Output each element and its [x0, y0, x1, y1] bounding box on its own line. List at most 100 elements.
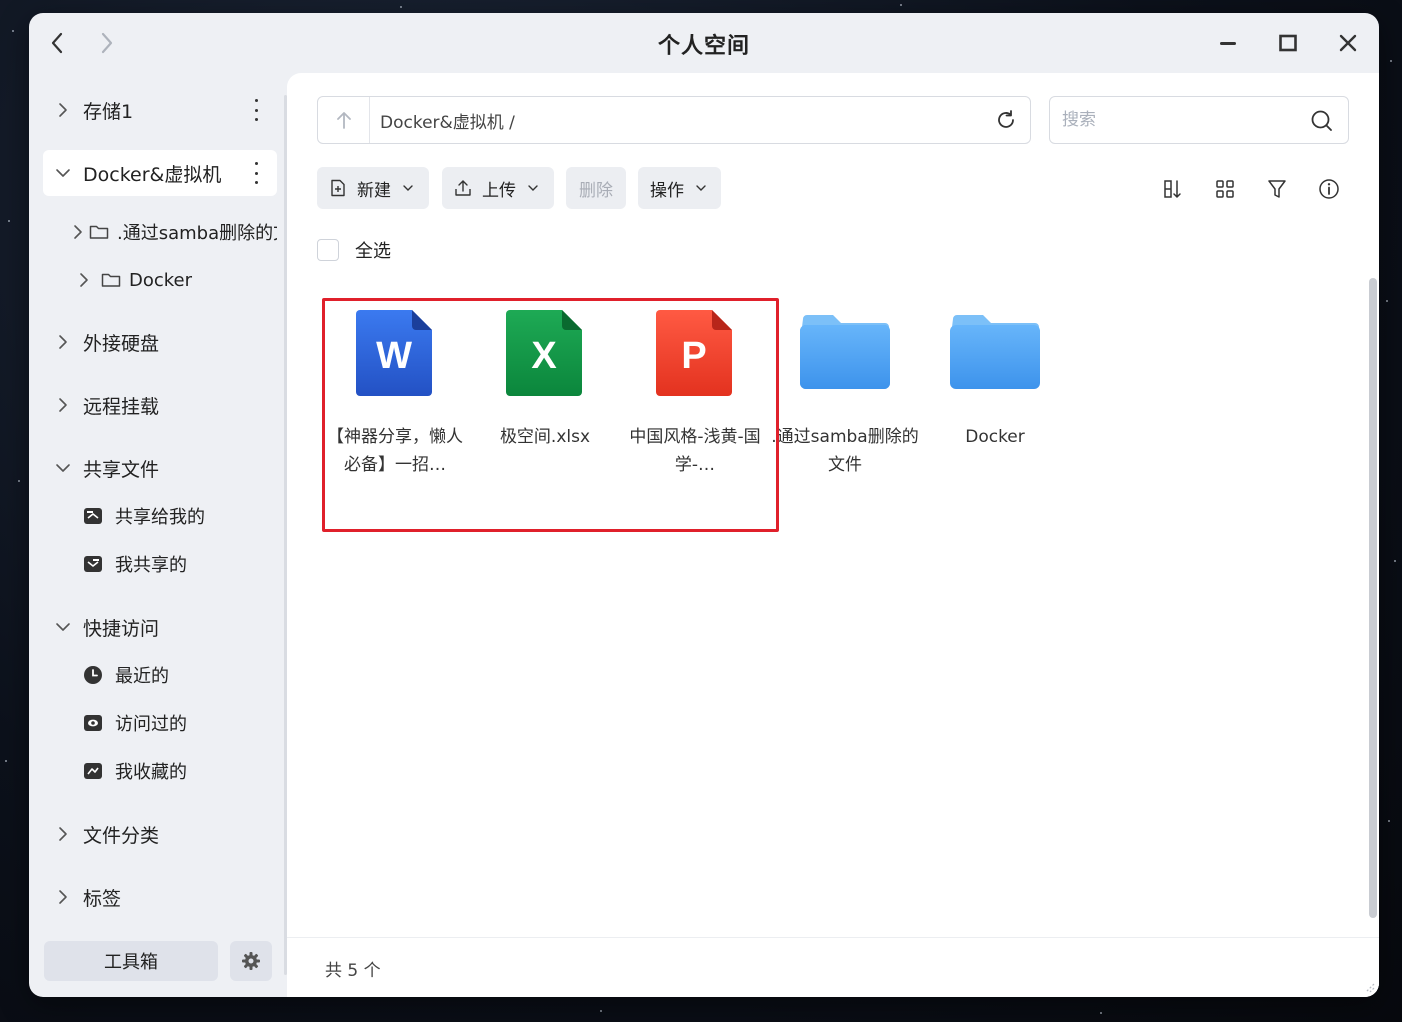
file-item-excel[interactable]: X 极空间.xlsx: [470, 303, 620, 479]
file-item-folder-docker[interactable]: Docker: [920, 303, 1070, 479]
chevron-right-icon: [59, 827, 67, 841]
sidebar-item-label: 存储1: [83, 100, 134, 123]
folder-outline-icon: [101, 273, 121, 287]
file-item-folder-samba[interactable]: .通过samba删除的文件: [770, 303, 920, 479]
sidebar-item-external-drive[interactable]: 外接硬盘: [43, 319, 277, 365]
new-button[interactable]: 新建: [317, 167, 429, 209]
upload-icon: [455, 180, 471, 196]
sidebar-item-favorites[interactable]: 我收藏的: [83, 748, 277, 794]
search-input[interactable]: [1062, 107, 1302, 133]
folder-icon: [800, 315, 890, 389]
sidebar-item-label: 外接硬盘: [83, 332, 160, 355]
window-title: 个人空间: [657, 34, 750, 59]
chevron-right-icon: [59, 398, 67, 412]
grid-view-button[interactable]: [1212, 176, 1238, 202]
sidebar-item-label: 标签: [83, 887, 122, 910]
sidebar-item-label: 访问过的: [115, 714, 187, 735]
close-icon: [1339, 34, 1357, 52]
sidebar-item-label: 共享给我的: [115, 507, 205, 528]
search-icon[interactable]: [1310, 109, 1334, 133]
sidebar-item-docker-vm[interactable]: Docker&虚拟机: [43, 150, 277, 196]
sort-button[interactable]: [1160, 176, 1186, 202]
word-document-icon: W: [356, 310, 432, 396]
sidebar-item-my-shared[interactable]: 我共享的: [83, 541, 277, 587]
folder-icon: [950, 315, 1040, 389]
excel-document-icon: X: [506, 310, 582, 396]
minimize-button[interactable]: [1214, 29, 1242, 57]
filter-icon: [1268, 180, 1286, 198]
title-bar: 个人空间: [29, 13, 1379, 73]
select-all[interactable]: 全选: [317, 237, 391, 263]
resize-grip-icon[interactable]: [1361, 979, 1375, 993]
file-name: 中国风格-浅黄-国学-…: [629, 427, 761, 475]
chevron-down-icon: [56, 464, 70, 472]
sidebar-item-label: .通过samba删除的文件: [117, 223, 277, 244]
file-name: .通过samba删除的文件: [771, 427, 919, 475]
more-icon[interactable]: [253, 99, 259, 121]
path-text[interactable]: Docker&虚拟机 /: [380, 108, 982, 133]
sidebar-item-visited[interactable]: 访问过的: [83, 700, 277, 746]
sidebar-item-shared-with-me[interactable]: 共享给我的: [83, 493, 277, 539]
sidebar-item-label: Docker&虚拟机: [83, 163, 222, 186]
toolbox-button[interactable]: 工具箱: [44, 941, 218, 981]
file-type-letter: P: [681, 335, 706, 377]
close-button[interactable]: [1334, 29, 1362, 57]
file-item-word[interactable]: W 【神器分享，懒人必备】一招…: [320, 303, 470, 479]
sidebar-item-tags[interactable]: 标签: [43, 874, 277, 920]
chevron-down-icon: [56, 169, 70, 177]
more-icon[interactable]: [253, 162, 259, 184]
my-shared-icon: [83, 554, 103, 574]
new-file-icon: [331, 179, 345, 197]
search-box: [1049, 96, 1349, 144]
main-panel: Docker&虚拟机 / 新建 上传 删除 操作: [287, 73, 1379, 997]
refresh-button[interactable]: [982, 109, 1030, 131]
filter-button[interactable]: [1264, 176, 1290, 202]
chevron-down-icon: [528, 185, 538, 191]
maximize-button[interactable]: [1274, 29, 1302, 57]
item-count: 共 5 个: [325, 961, 381, 981]
upload-button-label: 上传: [482, 180, 516, 201]
info-button[interactable]: [1316, 176, 1342, 202]
chevron-right-icon: [80, 273, 88, 287]
file-type-letter: W: [376, 335, 412, 377]
sidebar-item-label: 我收藏的: [115, 762, 187, 783]
sidebar-item-docker-folder[interactable]: Docker: [73, 257, 277, 303]
select-all-checkbox[interactable]: [317, 239, 339, 261]
sidebar-item-label: 共享文件: [83, 458, 160, 481]
sidebar-item-label: Docker: [129, 269, 193, 291]
chevron-right-icon: [59, 890, 67, 904]
clock-icon: [83, 665, 103, 685]
maximize-icon: [1279, 34, 1297, 52]
actions-button[interactable]: 操作: [638, 167, 721, 209]
file-name: 【神器分享，懒人必备】一招…: [327, 427, 463, 475]
select-all-label: 全选: [355, 241, 391, 262]
chevron-right-icon: [59, 103, 67, 117]
status-bar: 共 5 个: [287, 937, 1379, 997]
sort-icon: [1164, 180, 1181, 198]
main-scrollbar[interactable]: [1369, 278, 1377, 918]
sidebar-item-label: 远程挂载: [83, 395, 160, 418]
sidebar-item-samba-deleted[interactable]: .通过samba删除的文件: [73, 209, 277, 255]
path-bar: Docker&虚拟机 /: [317, 96, 1031, 144]
chevron-right-icon: [59, 335, 67, 349]
up-button[interactable]: [318, 97, 370, 143]
sidebar-item-file-category[interactable]: 文件分类: [43, 811, 277, 857]
sidebar-item-recent[interactable]: 最近的: [83, 652, 277, 698]
sidebar-item-label: 快捷访问: [83, 617, 160, 640]
settings-button[interactable]: [230, 941, 272, 981]
sidebar-item-remote-mount[interactable]: 远程挂载: [43, 382, 277, 428]
file-item-ppt[interactable]: P 中国风格-浅黄-国学-…: [620, 303, 770, 479]
sidebar-item-storage1[interactable]: 存储1: [43, 87, 277, 133]
eye-icon: [83, 713, 103, 733]
ppt-document-icon: P: [656, 310, 732, 396]
shared-with-me-icon: [83, 506, 103, 526]
grid-icon: [1216, 180, 1234, 198]
upload-button[interactable]: 上传: [442, 167, 554, 209]
sidebar-item-quick-access[interactable]: 快捷访问: [43, 604, 277, 650]
delete-button[interactable]: 删除: [566, 167, 626, 209]
arrow-up-icon: [336, 112, 351, 129]
sidebar-item-shared-files[interactable]: 共享文件: [43, 445, 277, 491]
gear-icon: [242, 952, 260, 970]
actions-button-label: 操作: [650, 180, 684, 201]
file-type-letter: X: [531, 335, 557, 377]
